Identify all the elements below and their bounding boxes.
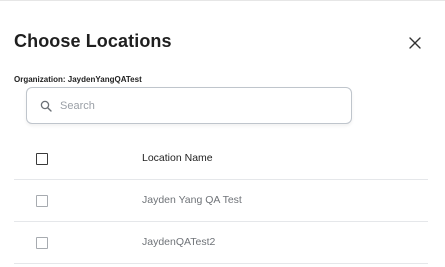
search-box[interactable] [26,87,352,124]
table-header-row: Location Name [14,139,428,180]
location-name-cell: JaydenQATest2 [142,236,216,248]
search-icon [40,100,52,112]
search-input[interactable] [60,95,340,117]
row-checkbox[interactable] [36,237,48,249]
table-row[interactable]: JaydenQATest2 [14,223,428,264]
organization-label: Organization: JaydenYangQATest [14,75,142,84]
select-all-checkbox[interactable] [36,153,48,165]
choose-locations-dialog: Choose Locations Organization: JaydenYan… [0,0,445,267]
row-checkbox[interactable] [36,195,48,207]
dialog-title: Choose Locations [14,31,172,51]
column-header-location-name: Location Name [142,152,213,164]
location-name-cell: Jayden Yang QA Test [142,194,242,206]
close-icon [409,37,421,49]
close-button[interactable] [404,32,426,54]
table-row[interactable]: Jayden Yang QA Test [14,181,428,222]
